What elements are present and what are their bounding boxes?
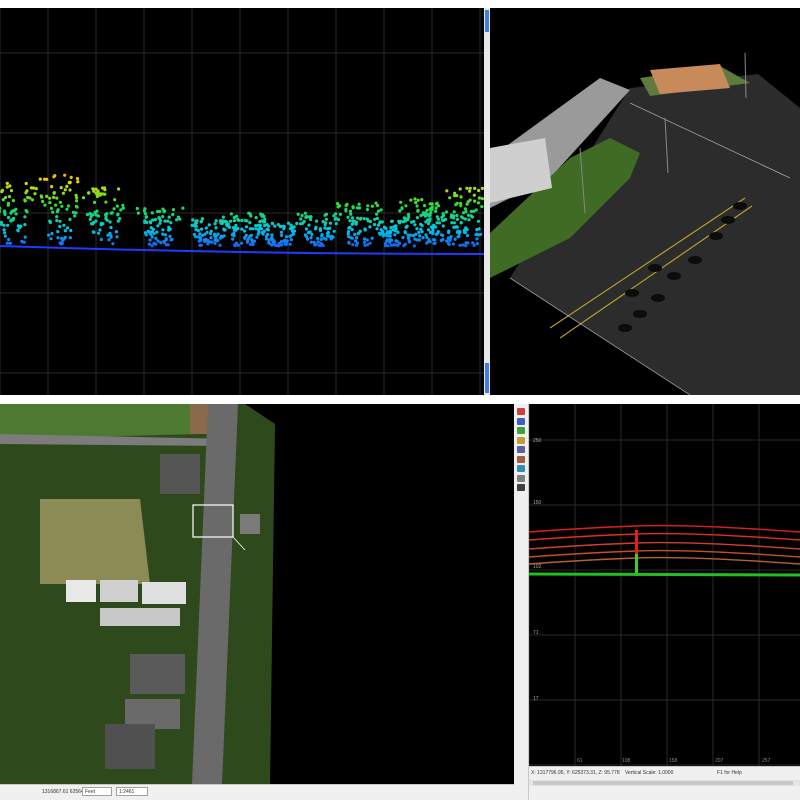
vehicle [667, 272, 681, 280]
tree-cluster [81, 186, 125, 246]
y-label: 102 [533, 564, 542, 570]
building [130, 654, 185, 694]
canopy-profile-canvas [0, 8, 484, 395]
pan-icon[interactable] [517, 408, 525, 415]
plan-view[interactable] [0, 404, 514, 784]
x-label: 257 [762, 758, 771, 764]
select-icon[interactable] [517, 446, 525, 453]
tree-cluster [190, 217, 231, 247]
canopy-profile-view[interactable] [0, 8, 484, 395]
vehicle [648, 264, 662, 272]
unit-select[interactable]: Feet [82, 787, 112, 796]
tree-point-clusters [0, 173, 484, 248]
ground-surface-line [529, 572, 800, 577]
vehicle [633, 310, 647, 318]
x-label: 207 [715, 758, 724, 764]
x-label: 158 [669, 758, 678, 764]
plan-status-bar: 1316867.61 6256469.32 Feet 1:2461 [0, 784, 514, 800]
vehicle [651, 294, 665, 302]
scrollbar-thumb-bottom[interactable] [485, 363, 489, 393]
scrollbar-thumb-top[interactable] [485, 10, 489, 32]
scale-select[interactable]: 1:2461 [116, 787, 148, 796]
measure-icon[interactable] [517, 427, 525, 434]
vehicle [733, 202, 747, 210]
vertical-scale-label: Vertical Scale: 1.0000 [625, 770, 674, 776]
section-x-axis: 61 108 158 207 257 [529, 758, 800, 766]
tree-row-north [0, 404, 200, 439]
y-label: 17 [533, 696, 539, 702]
y-label: 250 [533, 438, 542, 444]
section-view[interactable]: 250 150 102 71 17 [529, 404, 800, 766]
section-icon[interactable] [517, 465, 525, 472]
section-status-bar: X: 1317796.95, Y: 625373.31, Z: 95.778 V… [529, 766, 800, 800]
vehicle [618, 324, 632, 332]
cursor-coordinates: X: 1317796.95, Y: 625373.31, Z: 95.778 [531, 770, 620, 776]
x-label: 108 [622, 758, 631, 764]
building [100, 608, 180, 626]
y-label: 150 [533, 500, 542, 506]
rotate-icon[interactable] [517, 455, 525, 463]
building [66, 580, 96, 602]
tree-cluster [38, 173, 80, 246]
building [105, 724, 155, 769]
hscroll-thumb[interactable] [533, 781, 793, 785]
cloud-icon[interactable] [517, 474, 525, 482]
x-label: 61 [577, 758, 583, 764]
tree-cluster [221, 211, 267, 248]
pole-base-points [635, 554, 638, 576]
building [160, 454, 200, 494]
perspective-canvas [490, 52, 800, 395]
perspective-view[interactable] [490, 8, 800, 395]
zoom-icon[interactable] [517, 417, 525, 425]
building [142, 582, 186, 604]
building [100, 580, 138, 602]
settings-icon[interactable] [517, 484, 525, 491]
ground-line [0, 245, 484, 255]
y-label: 71 [533, 630, 539, 636]
open-field [40, 499, 150, 584]
help-hint: F1 for Help [717, 770, 742, 776]
layer-icon[interactable] [517, 436, 525, 444]
vehicle [625, 289, 639, 297]
vehicle [709, 232, 723, 240]
building [240, 514, 260, 534]
section-toolbar [514, 404, 529, 800]
section-hscroll[interactable] [529, 780, 800, 786]
tree-cluster [296, 211, 341, 248]
vehicle [688, 256, 702, 264]
tree-cluster [256, 221, 303, 248]
section-grid [529, 404, 800, 766]
section-canvas: 250 150 102 71 17 [529, 404, 800, 766]
vehicle [721, 216, 735, 224]
plan-canvas [0, 404, 275, 784]
